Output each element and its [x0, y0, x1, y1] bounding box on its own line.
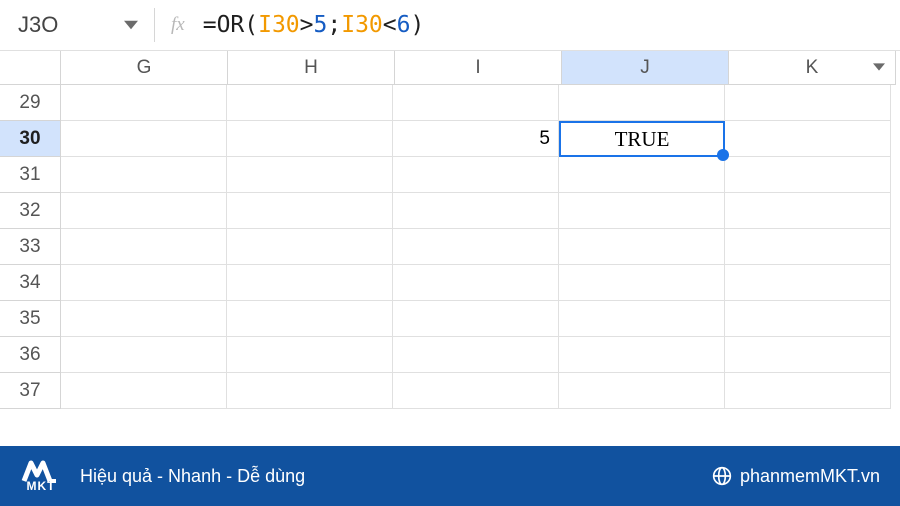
cell[interactable] [393, 85, 559, 121]
cell[interactable] [725, 229, 891, 265]
cell[interactable] [559, 373, 725, 409]
spreadsheet-grid[interactable]: G H I J K 29 30 5 [0, 51, 900, 409]
row-36: 36 [0, 337, 900, 373]
row-35: 35 [0, 301, 900, 337]
brand-logo-text: MKT [27, 479, 56, 493]
footer-bar: MKT Hiệu quả - Nhanh - Dễ dùng phanmemMK… [0, 446, 900, 506]
cell[interactable] [227, 229, 393, 265]
column-header[interactable]: I [395, 51, 562, 85]
column-header[interactable]: G [61, 51, 228, 85]
cell[interactable] [393, 157, 559, 193]
row-header[interactable]: 31 [0, 157, 61, 193]
row-header[interactable]: 29 [0, 85, 61, 121]
cell[interactable] [725, 157, 891, 193]
cell[interactable] [227, 85, 393, 121]
cell[interactable] [725, 373, 891, 409]
row-33: 33 [0, 229, 900, 265]
row-header[interactable]: 35 [0, 301, 61, 337]
cell[interactable] [227, 265, 393, 301]
cell[interactable] [393, 373, 559, 409]
row-header[interactable]: 34 [0, 265, 61, 301]
column-header-selected[interactable]: J [562, 51, 729, 85]
cell[interactable] [61, 373, 227, 409]
cell[interactable] [725, 85, 891, 121]
name-box[interactable]: J3O [18, 12, 138, 38]
cell[interactable] [559, 229, 725, 265]
globe-icon [712, 466, 732, 486]
cell[interactable] [393, 229, 559, 265]
footer-site-text: phanmemMKT.vn [740, 466, 880, 487]
cell[interactable] [61, 193, 227, 229]
cell[interactable] [559, 337, 725, 373]
row-30: 30 5 TRUE [0, 121, 900, 157]
cell[interactable] [725, 337, 891, 373]
row-header-selected[interactable]: 30 [0, 121, 61, 157]
cell[interactable] [559, 301, 725, 337]
row-34: 34 [0, 265, 900, 301]
fx-icon[interactable]: fx [171, 14, 185, 36]
selection-fill-handle[interactable] [717, 149, 729, 161]
cell[interactable] [227, 373, 393, 409]
cell[interactable] [559, 157, 725, 193]
cell[interactable] [61, 301, 227, 337]
cell[interactable] [227, 193, 393, 229]
cell-J30-selected[interactable]: TRUE [559, 121, 725, 157]
cell[interactable] [559, 193, 725, 229]
cell[interactable] [227, 301, 393, 337]
cell[interactable] [61, 121, 227, 157]
cell[interactable] [227, 157, 393, 193]
row-header[interactable]: 36 [0, 337, 61, 373]
cell[interactable] [61, 157, 227, 193]
name-box-dropdown-icon[interactable] [124, 12, 138, 38]
select-all-corner[interactable] [0, 51, 61, 85]
row-37: 37 [0, 373, 900, 409]
footer-tagline: Hiệu quả - Nhanh - Dễ dùng [80, 466, 305, 487]
cell[interactable] [227, 121, 393, 157]
cell[interactable] [559, 85, 725, 121]
column-header[interactable]: H [228, 51, 395, 85]
cell[interactable] [725, 265, 891, 301]
brand-logo: MKT [20, 459, 62, 493]
separator [154, 8, 155, 42]
cell[interactable] [393, 301, 559, 337]
row-32: 32 [0, 193, 900, 229]
formula-input[interactable]: =OR(I30>5;I30<6) [203, 12, 425, 38]
cell[interactable] [227, 337, 393, 373]
row-header[interactable]: 33 [0, 229, 61, 265]
column-header-row: G H I J K [0, 51, 900, 85]
row-header[interactable]: 37 [0, 373, 61, 409]
cell[interactable] [61, 265, 227, 301]
cell[interactable] [393, 265, 559, 301]
cell-I30[interactable]: 5 [393, 121, 559, 157]
cell[interactable] [61, 85, 227, 121]
row-header[interactable]: 32 [0, 193, 61, 229]
cell[interactable] [725, 301, 891, 337]
cell[interactable] [393, 337, 559, 373]
footer-site-link[interactable]: phanmemMKT.vn [712, 466, 880, 487]
formula-bar: J3O fx =OR(I30>5;I30<6) [0, 0, 900, 51]
cell[interactable] [393, 193, 559, 229]
name-box-value: J3O [18, 12, 58, 38]
row-29: 29 [0, 85, 900, 121]
cell[interactable] [559, 265, 725, 301]
cell[interactable] [61, 229, 227, 265]
cell[interactable] [725, 193, 891, 229]
row-31: 31 [0, 157, 900, 193]
cell[interactable] [725, 121, 891, 157]
column-header[interactable]: K [729, 51, 896, 85]
cell[interactable] [61, 337, 227, 373]
column-menu-icon[interactable] [873, 57, 885, 79]
